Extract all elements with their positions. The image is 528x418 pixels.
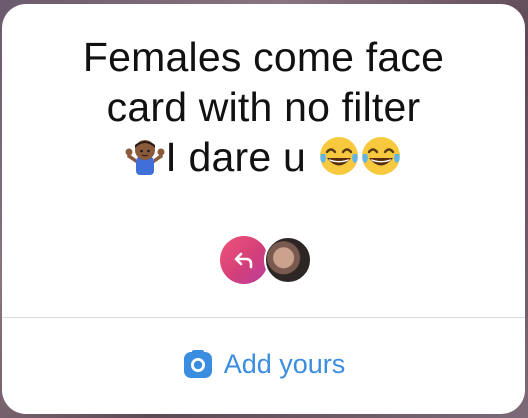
camera-icon <box>182 348 214 380</box>
prompt-line-3: I dare u <box>22 132 505 188</box>
add-yours-label: Add yours <box>223 348 346 379</box>
user-avatar[interactable] <box>264 236 312 284</box>
tears-of-joy-emoji-icon <box>360 135 402 188</box>
divider <box>2 317 525 318</box>
prompt-line-3-text: I dare u <box>165 134 307 180</box>
add-yours-sticker[interactable]: Females come face card with no filter I … <box>2 4 525 414</box>
shrugging-person-emoji-icon <box>125 137 165 188</box>
tears-of-joy-emoji-icon <box>318 135 360 188</box>
responders-row[interactable] <box>2 236 525 286</box>
add-yours-button[interactable]: Add yours <box>2 344 525 384</box>
prompt-text: Females come face card with no filter I … <box>22 32 505 188</box>
prompt-line-1: Females come face <box>82 34 445 80</box>
prompt-line-2: card with no filter <box>106 84 421 130</box>
reply-arrow-icon[interactable] <box>220 236 268 284</box>
